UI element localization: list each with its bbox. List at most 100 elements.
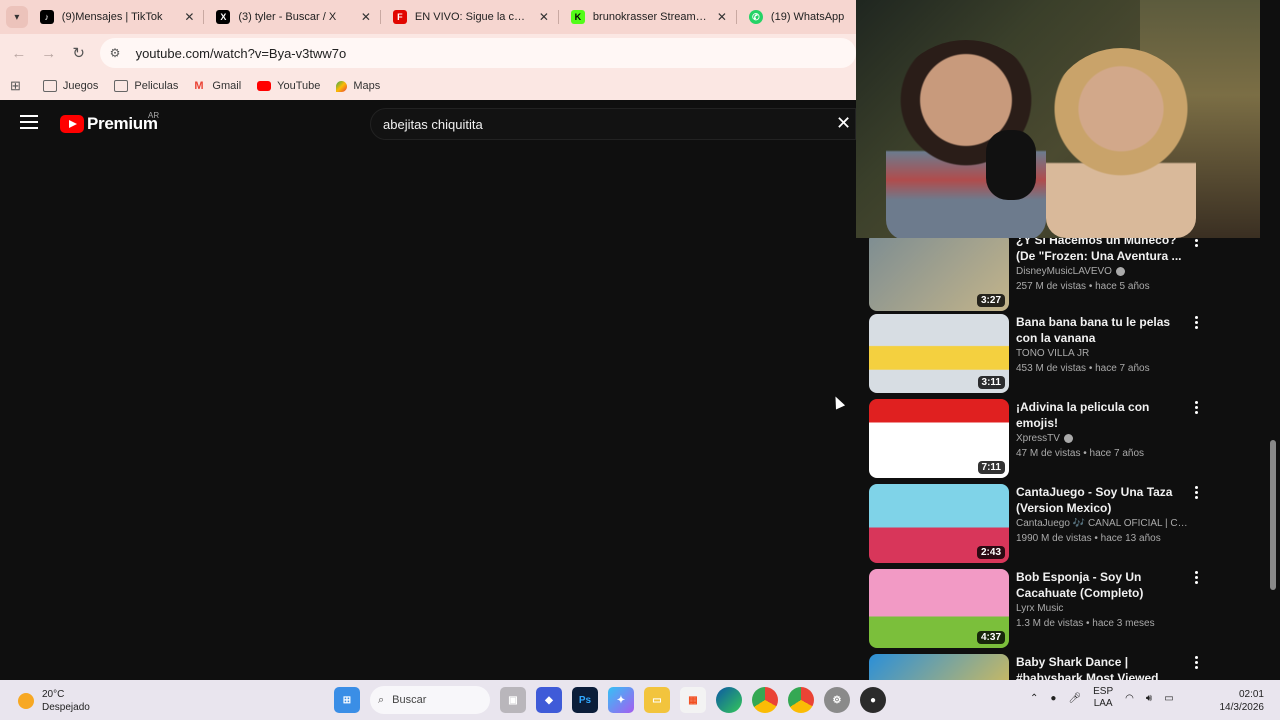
date: 14/3/2026	[1219, 702, 1265, 713]
close-icon[interactable]: ✕	[715, 10, 729, 24]
chrome-profile-icon[interactable]	[788, 687, 814, 713]
video-stats: 1990 M de vistas • hace 13 años	[1016, 533, 1161, 544]
copilot-icon[interactable]: ✦	[608, 687, 634, 713]
video-meta: Baby Shark Dance | #babyshark Most Viewe…	[1016, 654, 1188, 680]
browser-tab[interactable]: ✆ (19) WhatsApp	[737, 0, 856, 34]
app-icon[interactable]: ◆	[536, 687, 562, 713]
chevron-up-icon[interactable]: ⌃	[1030, 693, 1038, 704]
apps-grid-icon[interactable]: ⊞	[10, 78, 21, 94]
menu-icon[interactable]	[20, 115, 38, 129]
more-options-icon[interactable]	[1195, 238, 1199, 247]
maps-icon	[336, 80, 348, 92]
layout-code: LAA	[1093, 698, 1113, 709]
folder-icon	[42, 80, 57, 92]
taskbar-search[interactable]: ⌕ Buscar	[370, 686, 490, 714]
channel-name[interactable]: CantaJuego 🎶 CANAL OFICIAL | Canci...	[1016, 518, 1188, 529]
bookmark-maps[interactable]: Maps	[336, 80, 380, 92]
related-video[interactable]: Baby Shark Dance | #babyshark Most Viewe…	[869, 654, 1269, 680]
photoshop-icon[interactable]: Ps	[572, 687, 598, 713]
video-title[interactable]: Bob Esponja - Soy Un Cacahuate (Completo…	[1016, 569, 1188, 601]
related-video[interactable]: 4:37 Bob Esponja - Soy Un Cacahuate (Com…	[869, 569, 1269, 649]
video-thumbnail[interactable]: 7:11	[869, 399, 1009, 478]
mic-icon[interactable]: 🎤︎	[1068, 693, 1081, 704]
weather-widget[interactable]: 20°C Despejado	[18, 688, 90, 714]
search-value: abejitas chiquitita	[383, 116, 483, 132]
video-title[interactable]: Baby Shark Dance | #babyshark Most Viewe…	[1016, 654, 1188, 680]
chrome-icon[interactable]	[752, 687, 778, 713]
duration-badge: 3:27	[976, 294, 1005, 307]
browser-tab[interactable]: X (3) tyler - Buscar / X ✕	[204, 0, 381, 34]
close-icon[interactable]: ✕	[359, 10, 373, 24]
webcam-overlay	[856, 0, 1260, 238]
channel-name[interactable]: DisneyMusicLAVEVO	[1016, 266, 1188, 277]
related-videos: 3:27 ¿Y Si Hacemos un Muñeco? (De "Froze…	[856, 238, 1280, 680]
store-icon[interactable]: ▦	[680, 687, 706, 713]
bookmark-youtube[interactable]: YouTube	[257, 80, 320, 92]
address-bar[interactable]: ⚙ youtube.com/watch?v=Bya-v3tww7o	[99, 38, 856, 68]
bookmark-gmail[interactable]: M Gmail	[194, 80, 241, 92]
bookmark-label: Gmail	[212, 80, 242, 92]
site-info-icon[interactable]: ⚙	[110, 46, 126, 60]
youtube-header: Premium AR abejitas chiquitita ✕	[0, 100, 856, 148]
clock[interactable]: 02:01 14/3/2026	[1216, 688, 1265, 714]
file-explorer-icon[interactable]: ▭	[644, 687, 670, 713]
language-indicator[interactable]: ESP LAA	[1093, 686, 1113, 710]
more-options-icon[interactable]	[1195, 656, 1199, 669]
video-thumbnail[interactable]: 4:37	[869, 569, 1009, 648]
url-text: youtube.com/watch?v=Bya-v3tww7o	[135, 45, 347, 61]
video-thumbnail[interactable]: 3:27	[869, 238, 1009, 311]
channel-name[interactable]: XpressTV	[1016, 433, 1188, 444]
channel-name[interactable]: Lyrx Music	[1016, 603, 1188, 614]
related-video[interactable]: 2:43 CantaJuego - Soy Una Taza (Version …	[869, 484, 1269, 564]
forward-icon[interactable]: →	[34, 38, 64, 68]
youtube-logo[interactable]: Premium	[60, 114, 158, 134]
close-icon[interactable]: ✕	[182, 10, 196, 24]
video-thumbnail[interactable]: 2:43	[869, 484, 1009, 563]
browser-tab[interactable]: F EN VIVO: Sigue la carrera S ✕	[381, 0, 559, 34]
video-title[interactable]: Bana bana bana tu le pelas con la vanana	[1016, 314, 1188, 346]
related-video[interactable]: 3:27 ¿Y Si Hacemos un Muñeco? (De "Froze…	[869, 238, 1269, 312]
time: 02:01	[1238, 689, 1264, 700]
video-title[interactable]: CantaJuego - Soy Una Taza (Version Mexic…	[1016, 484, 1188, 516]
video-stats: 453 M de vistas • hace 7 años	[1016, 363, 1150, 374]
settings-icon[interactable]: ⚙	[824, 687, 850, 713]
more-options-icon[interactable]	[1195, 486, 1199, 499]
task-view-icon[interactable]: ▣	[500, 687, 526, 713]
search-input[interactable]: abejitas chiquitita	[370, 108, 856, 140]
more-options-icon[interactable]	[1195, 571, 1199, 584]
video-title[interactable]: ¿Y Si Hacemos un Muñeco? (De "Frozen: Un…	[1016, 238, 1188, 264]
browser-tab[interactable]: K brunokrasser Stream - Wat ✕	[559, 0, 737, 34]
bookmark-peliculas[interactable]: Peliculas	[114, 80, 178, 92]
tab-title: EN VIVO: Sigue la carrera S	[414, 11, 531, 23]
wifi-icon[interactable]: ◠	[1125, 693, 1134, 704]
close-icon[interactable]: ✕	[537, 10, 551, 24]
tray-app-icon[interactable]: ●	[1050, 693, 1056, 704]
related-video[interactable]: 7:11 ¡Adivina la pelicula con emojis! Xp…	[869, 399, 1269, 479]
clear-search-icon[interactable]: ✕	[836, 114, 851, 132]
video-meta: ¿Y Si Hacemos un Muñeco? (De "Frozen: Un…	[1016, 238, 1188, 292]
channel-name[interactable]: TOÑO VILLA JR	[1016, 348, 1188, 359]
obs-icon[interactable]: ●	[860, 687, 886, 713]
folder-icon	[114, 80, 129, 92]
scrollbar-thumb[interactable]	[1270, 440, 1276, 590]
system-tray: ⌃ ● 🎤︎ ESP LAA ◠ 🔊︎ ▭	[1030, 686, 1174, 710]
video-thumbnail[interactable]	[869, 654, 1009, 680]
browser-tab-bar: ▾ ♪ (9)Mensajes | TikTok ✕ X (3) tyler -…	[0, 0, 856, 34]
more-options-icon[interactable]	[1195, 401, 1199, 414]
reload-icon[interactable]: ↻	[64, 38, 94, 68]
related-video[interactable]: 3:11 Bana bana bana tu le pelas con la v…	[869, 314, 1269, 394]
tab-search-dropdown[interactable]: ▾	[6, 6, 28, 28]
more-options-icon[interactable]	[1195, 316, 1199, 329]
bookmark-juegos[interactable]: Juegos	[42, 80, 98, 92]
browser-tab[interactable]: ♪ (9)Mensajes | TikTok ✕	[28, 0, 205, 34]
video-thumbnail[interactable]: 3:11	[869, 314, 1009, 393]
edge-icon[interactable]	[716, 687, 742, 713]
moon-weather-icon	[18, 693, 34, 709]
volume-icon[interactable]: 🔊︎	[1146, 693, 1152, 704]
start-icon[interactable]: ⊞	[334, 687, 360, 713]
battery-icon[interactable]: ▭	[1164, 693, 1173, 704]
back-icon[interactable]: ←	[4, 38, 34, 68]
video-title[interactable]: ¡Adivina la pelicula con emojis!	[1016, 399, 1188, 431]
video-player[interactable]	[0, 148, 856, 680]
bookmarks-bar: ⊞ Juegos Peliculas M Gmail YouTube Maps	[0, 72, 856, 100]
